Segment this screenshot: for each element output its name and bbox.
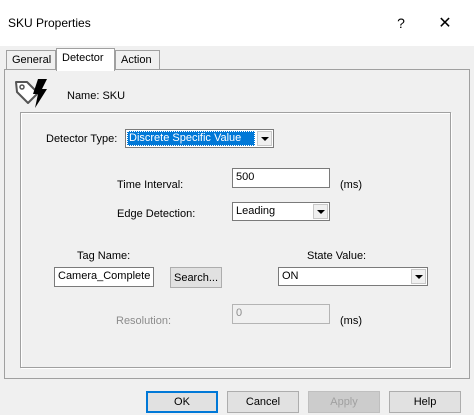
chevron-down-icon[interactable] bbox=[313, 204, 328, 219]
ok-button[interactable]: OK bbox=[146, 391, 218, 413]
detector-settings-group bbox=[20, 112, 451, 368]
state-value-select[interactable]: ON bbox=[278, 267, 428, 286]
chevron-down-icon[interactable] bbox=[257, 131, 272, 146]
resolution-label: Resolution: bbox=[116, 315, 172, 327]
tab-action[interactable]: Action bbox=[115, 50, 160, 70]
edge-detection-select[interactable]: Leading bbox=[232, 202, 330, 221]
title-bar: SKU Properties ? ✕ bbox=[0, 0, 474, 46]
resolution-input: 0 bbox=[232, 304, 330, 324]
edge-detection-value: Leading bbox=[236, 205, 276, 217]
apply-button: Apply bbox=[308, 391, 380, 413]
window-title: SKU Properties bbox=[8, 16, 91, 30]
help-button[interactable]: Help bbox=[389, 391, 461, 413]
state-value-label: State Value: bbox=[307, 250, 367, 262]
edge-detection-label: Edge Detection: bbox=[117, 208, 196, 220]
resolution-unit: (ms) bbox=[340, 315, 362, 327]
tab-general[interactable]: General bbox=[6, 50, 56, 70]
tag-name-label: Tag Name: bbox=[77, 250, 131, 262]
state-value-value: ON bbox=[282, 270, 299, 282]
time-interval-input[interactable]: 500 bbox=[232, 168, 330, 188]
help-title-button[interactable]: ? bbox=[384, 10, 418, 36]
time-interval-label: Time Interval: bbox=[117, 179, 184, 191]
sku-properties-dialog: SKU Properties ? ✕ General Detector Acti… bbox=[0, 0, 474, 415]
chevron-down-icon[interactable] bbox=[411, 269, 426, 284]
close-icon[interactable]: ✕ bbox=[428, 10, 462, 36]
search-button[interactable]: Search... bbox=[170, 267, 222, 288]
name-label: Name: SKU bbox=[67, 90, 126, 102]
cancel-button[interactable]: Cancel bbox=[227, 391, 299, 413]
detector-type-select[interactable]: Discrete Specific Value bbox=[125, 129, 274, 148]
detector-type-label: Detector Type: bbox=[46, 133, 118, 145]
tab-detector[interactable]: Detector bbox=[56, 48, 115, 71]
detector-type-value: Discrete Specific Value bbox=[127, 131, 255, 146]
time-interval-unit: (ms) bbox=[340, 179, 362, 191]
tag-name-input[interactable]: Camera_Complete bbox=[54, 267, 154, 287]
detector-tag-icon bbox=[14, 78, 50, 113]
